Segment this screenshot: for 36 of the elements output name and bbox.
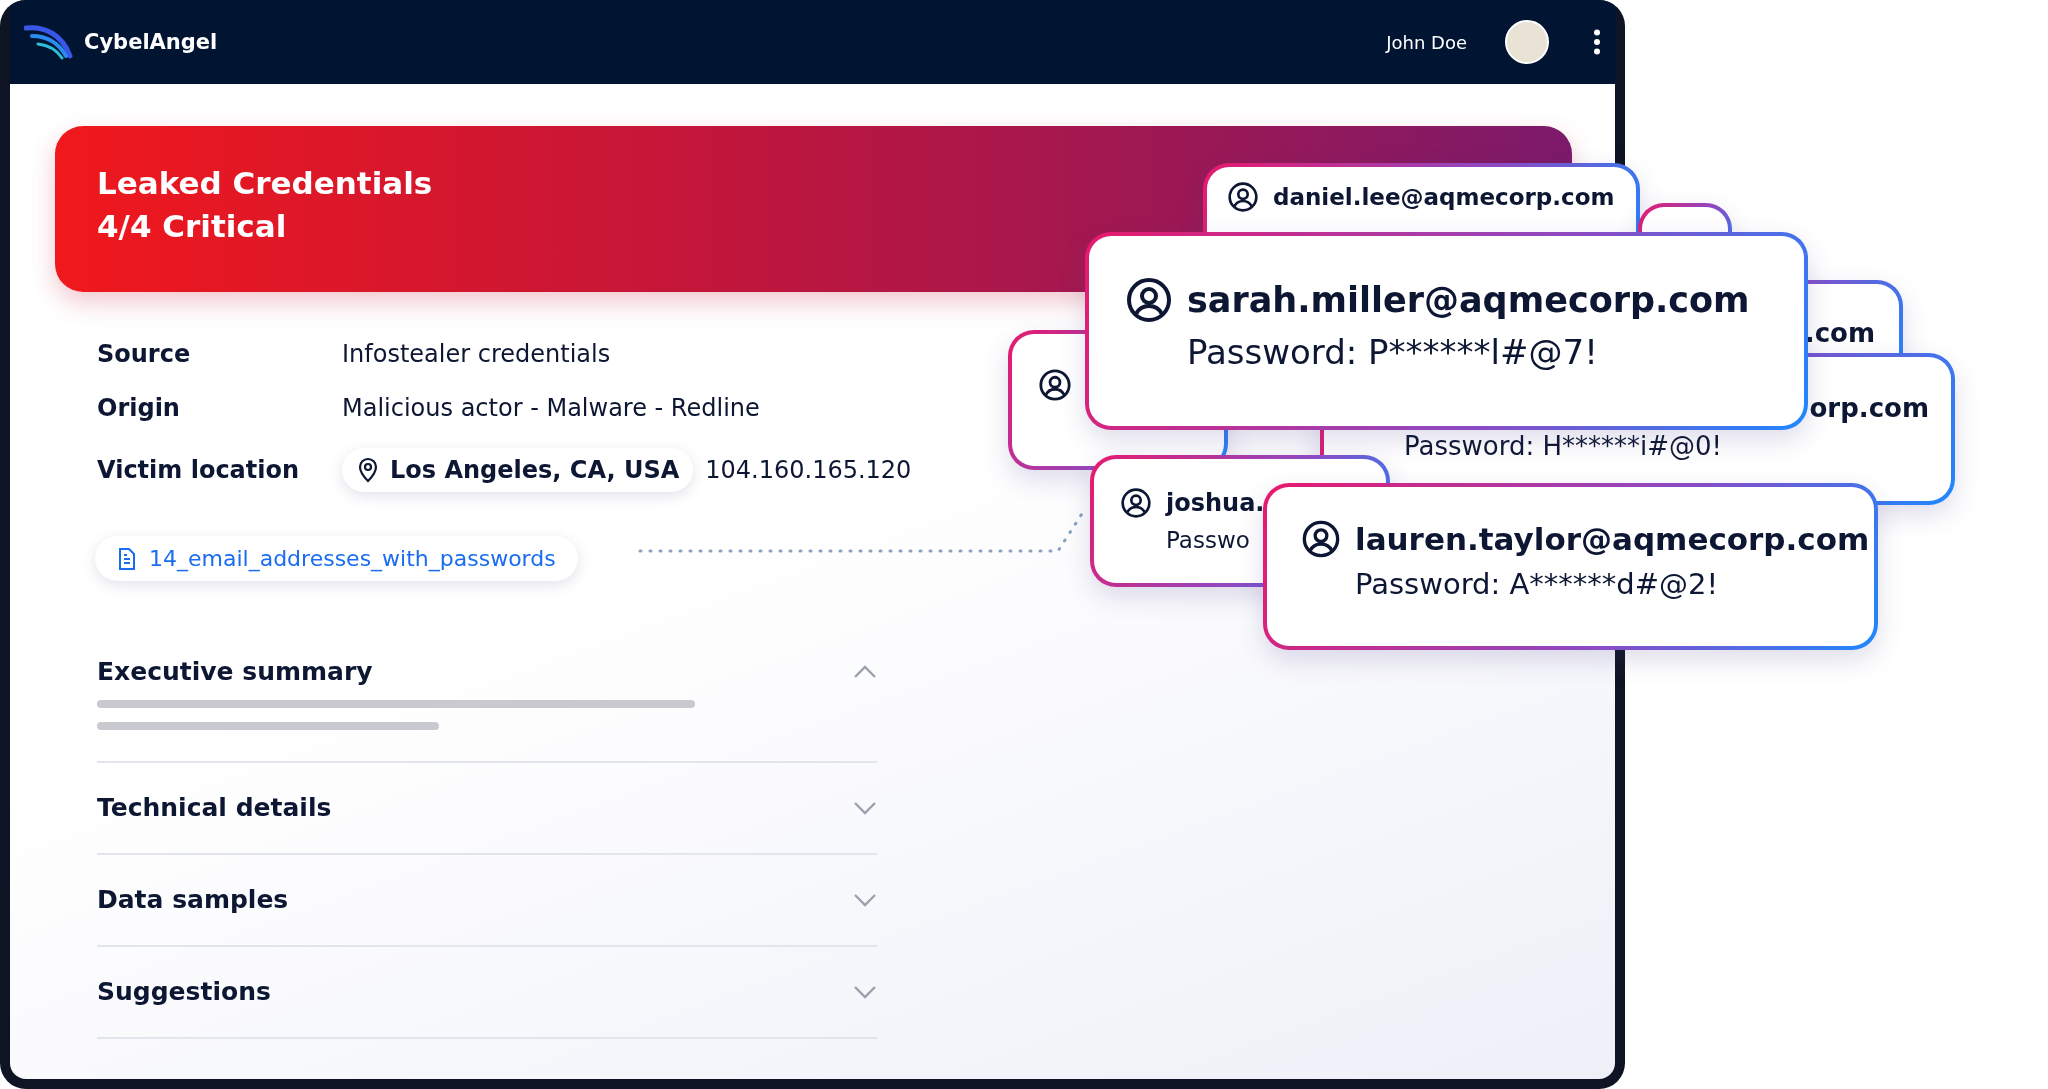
detail-value: Infostealer credentials [342, 340, 612, 368]
email-text: daniel.lee@aqmecorp.com [1273, 184, 1615, 210]
avatar[interactable] [1505, 20, 1549, 64]
user-icon [1227, 181, 1259, 213]
email-text: sarah.miller@aqmecorp.com [1187, 280, 1750, 320]
email-text: joshua. [1166, 489, 1265, 517]
more-menu-icon[interactable] [1593, 29, 1601, 55]
user-icon [1038, 368, 1072, 402]
attachment-link[interactable]: 14_email_addresses_with_passwords [95, 536, 578, 581]
location-text: Los Angeles, CA, USA [390, 456, 680, 484]
section-header[interactable]: Technical details [97, 793, 877, 822]
section-header[interactable]: Executive summary [97, 657, 877, 686]
brand-name: CybelAngel [84, 30, 218, 54]
user-icon [1125, 276, 1173, 324]
ip-address: 104.160.165.120 [705, 456, 912, 484]
detail-label: Victim location [97, 456, 301, 484]
email-text: lauren.taylor@aqmecorp.com [1355, 521, 1870, 557]
email-text: .com [1804, 318, 1875, 348]
alert-severity: 4/4 Critical [97, 206, 287, 246]
user-name: John Doe [1386, 31, 1467, 53]
password-text: Password: H******i#@0! [1404, 431, 1722, 461]
password-text: Password: P******l#@7! [1187, 332, 1598, 372]
password-text: Passwo [1166, 527, 1250, 553]
section-header[interactable]: Suggestions [97, 977, 877, 1006]
user-icon [1120, 487, 1152, 519]
alert-title: Leaked Credentials [97, 164, 433, 203]
detail-label: Source [97, 340, 192, 368]
password-text: Password: A******d#@2! [1355, 567, 1719, 601]
document-icon [117, 546, 137, 571]
detail-label: Origin [97, 394, 181, 422]
detail-value: Malicious actor - Malware - Redline [342, 394, 761, 422]
email-text: orp.com [1809, 393, 1929, 423]
section-header[interactable]: Data samples [97, 885, 877, 914]
wing-logo-icon [24, 22, 74, 62]
user-icon [1301, 519, 1341, 559]
map-pin-icon [356, 457, 380, 483]
